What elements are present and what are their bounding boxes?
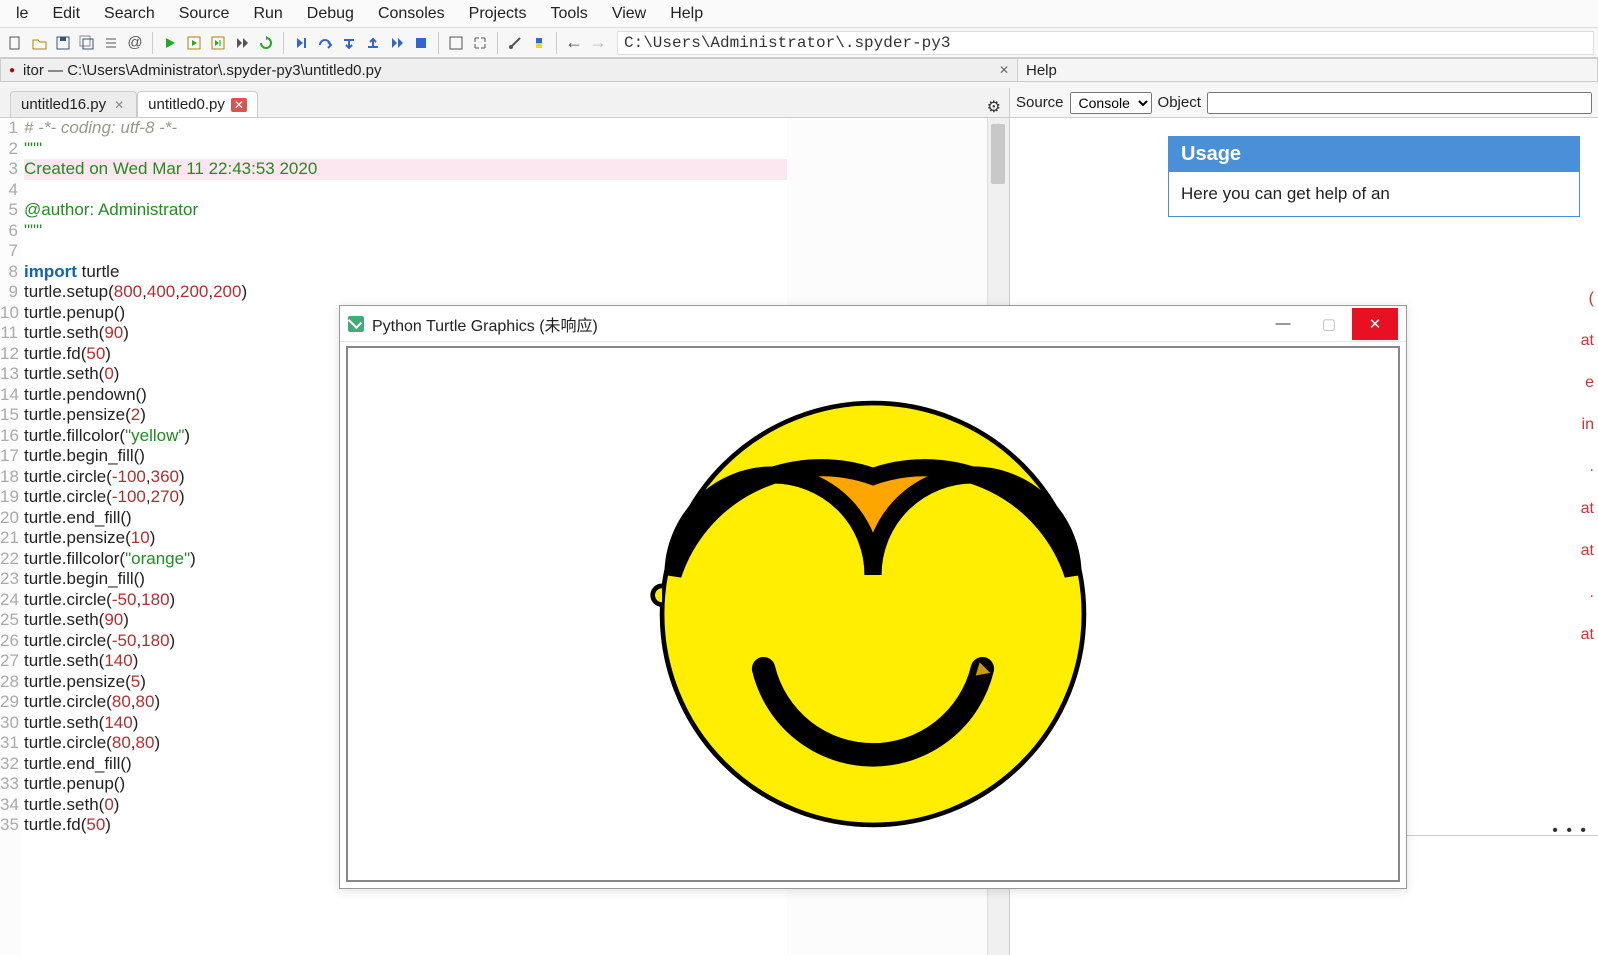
fragment: ( xyxy=(1581,278,1598,320)
console-menu-icon[interactable]: • • • xyxy=(1552,822,1588,840)
step-out-icon[interactable] xyxy=(362,32,384,54)
object-label: Object xyxy=(1158,94,1201,111)
minimize-button[interactable]: — xyxy=(1260,308,1306,340)
working-dir-path[interactable]: C:\Users\Administrator\.spyder-py3 xyxy=(617,31,1594,55)
tab-close-icon[interactable]: ✕ xyxy=(231,98,247,112)
close-button[interactable]: ✕ xyxy=(1352,308,1398,340)
right-gutter-fragments: (atein.atat.at xyxy=(1581,278,1598,656)
save-icon[interactable] xyxy=(52,32,74,54)
fragment: at xyxy=(1581,614,1598,656)
rerun-icon[interactable] xyxy=(255,32,277,54)
stop-icon[interactable] xyxy=(410,32,432,54)
menu-help[interactable]: Help xyxy=(658,3,715,25)
tab-close-icon[interactable]: ✕ xyxy=(112,98,126,112)
menu-run[interactable]: Run xyxy=(241,3,294,25)
fragment: in xyxy=(1581,404,1598,446)
run-icon[interactable] xyxy=(159,32,181,54)
fragment: at xyxy=(1581,320,1598,362)
maximize-button[interactable]: ▢ xyxy=(1306,308,1352,340)
forward-icon[interactable]: → xyxy=(587,32,609,54)
toolbar: @ ← → C:\Users\Administrator\.spyder-py3 xyxy=(0,28,1598,58)
editor-pane-title: ● itor — C:\Users\Administrator\.spyder-… xyxy=(0,58,1018,82)
turtle-canvas xyxy=(346,346,1400,882)
help-pane-title: Help xyxy=(1018,58,1598,82)
menu-debug[interactable]: Debug xyxy=(295,3,366,25)
menu-source[interactable]: Source xyxy=(167,3,242,25)
tab-label: untitled0.py xyxy=(148,96,225,113)
source-select[interactable]: Console xyxy=(1070,92,1152,114)
list-icon[interactable] xyxy=(100,32,122,54)
editor-title-text: itor — C:\Users\Administrator\.spyder-py… xyxy=(23,62,381,79)
turtle-titlebar[interactable]: Python Turtle Graphics (未响应) — ▢ ✕ xyxy=(340,306,1406,342)
help-title-text: Help xyxy=(1026,62,1057,79)
editor-tabbar: untitled16.py ✕ untitled0.py ✕ ⚙ xyxy=(0,88,1009,118)
line-number-gutter: 1234567891011121314151617181920212223242… xyxy=(0,118,22,955)
object-input[interactable] xyxy=(1207,92,1592,114)
source-label: Source xyxy=(1016,94,1064,111)
editor-pane-close-icon[interactable]: ✕ xyxy=(999,63,1009,77)
step-over-icon[interactable] xyxy=(314,32,336,54)
tab-label: untitled16.py xyxy=(21,96,106,113)
menu-tools[interactable]: Tools xyxy=(538,3,599,25)
continue-icon[interactable] xyxy=(386,32,408,54)
python-icon[interactable] xyxy=(528,32,550,54)
usage-title: Usage xyxy=(1169,137,1579,172)
run-cell-icon[interactable] xyxy=(183,32,205,54)
tab-untitled16-py[interactable]: untitled16.py ✕ xyxy=(10,91,137,117)
menu-search[interactable]: Search xyxy=(92,3,167,25)
run-cell-advance-icon[interactable] xyxy=(207,32,229,54)
usage-body: Here you can get help of an xyxy=(1169,172,1579,216)
fragment: . xyxy=(1581,572,1598,614)
dirty-indicator-icon: ● xyxy=(9,65,15,76)
new-file-icon[interactable] xyxy=(4,32,26,54)
maximize-icon[interactable] xyxy=(445,32,467,54)
turtle-graphics-window[interactable]: Python Turtle Graphics (未响应) — ▢ ✕ xyxy=(339,305,1407,889)
step-into-icon[interactable] xyxy=(338,32,360,54)
turtle-window-title: Python Turtle Graphics (未响应) xyxy=(372,312,598,336)
usage-card: Usage Here you can get help of an xyxy=(1168,136,1580,217)
feather-icon xyxy=(348,316,364,332)
fragment: e xyxy=(1581,362,1598,404)
open-file-icon[interactable] xyxy=(28,32,50,54)
fragment: at xyxy=(1581,530,1598,572)
tab-untitled0-py[interactable]: untitled0.py ✕ xyxy=(137,91,258,117)
fullscreen-icon[interactable] xyxy=(469,32,491,54)
fragment: at xyxy=(1581,488,1598,530)
debug-step-icon[interactable] xyxy=(290,32,312,54)
at-icon[interactable]: @ xyxy=(124,32,146,54)
fragment: . xyxy=(1581,446,1598,488)
menu-le[interactable]: le xyxy=(4,3,40,25)
menu-view[interactable]: View xyxy=(600,3,658,25)
back-icon[interactable]: ← xyxy=(563,32,585,54)
menu-consoles[interactable]: Consoles xyxy=(366,3,457,25)
preferences-icon[interactable] xyxy=(504,32,526,54)
smiley-drawing xyxy=(603,364,1143,864)
scroll-thumb[interactable] xyxy=(991,124,1005,184)
menu-edit[interactable]: Edit xyxy=(40,3,92,25)
help-toolbar: Source Console Object xyxy=(1010,88,1598,118)
tabbar-gear-icon[interactable]: ⚙ xyxy=(987,97,1001,117)
run-selection-icon[interactable] xyxy=(231,32,253,54)
menubar: leEditSearchSourceRunDebugConsolesProjec… xyxy=(0,0,1598,28)
menu-projects[interactable]: Projects xyxy=(457,3,539,25)
save-all-icon[interactable] xyxy=(76,32,98,54)
